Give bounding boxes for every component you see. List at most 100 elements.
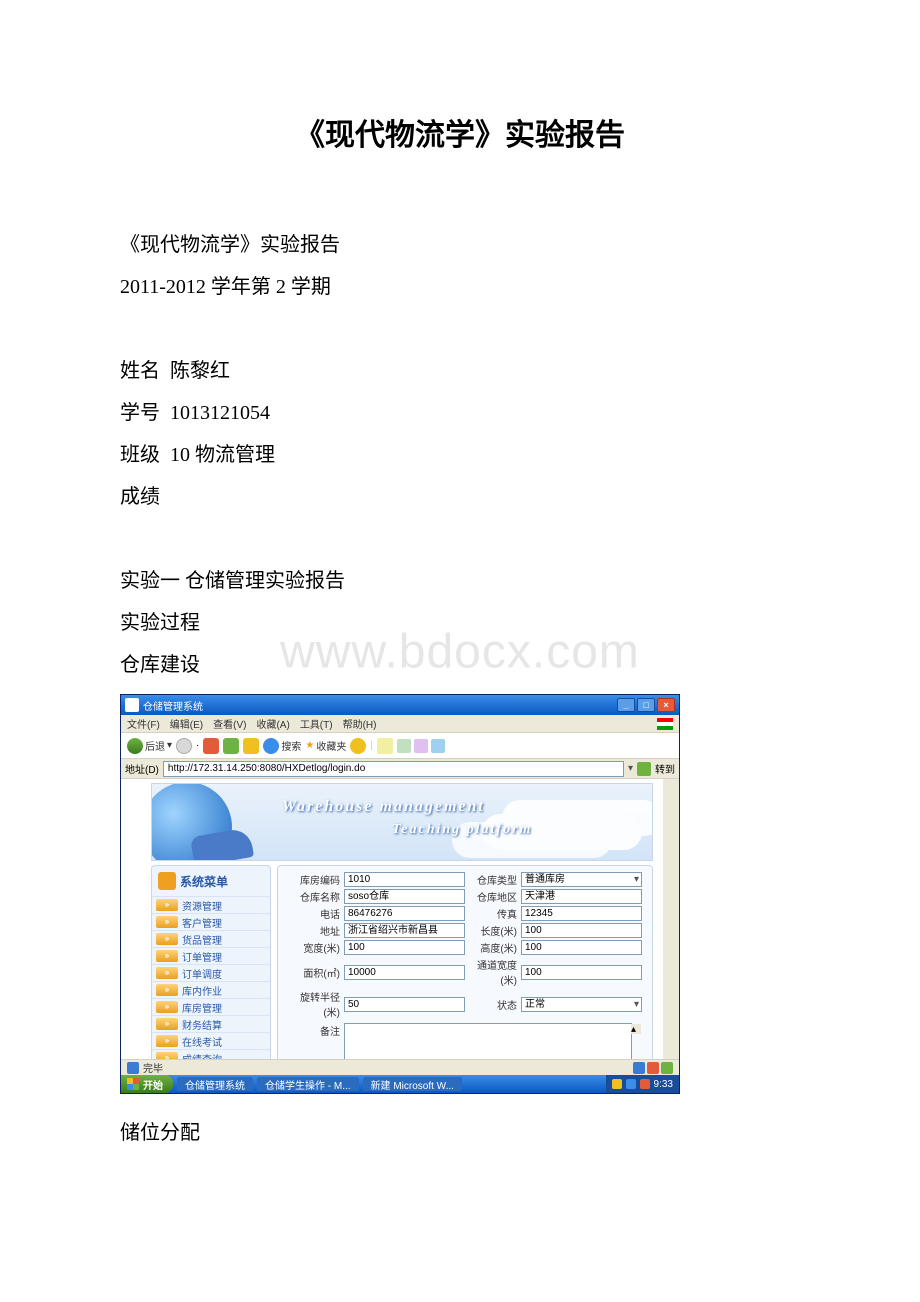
menubar: 文件(F) 编辑(E) 查看(V) 收藏(A) 工具(T) 帮助(H) [121,715,679,733]
sidebar-item[interactable]: »订单调度 [152,964,270,981]
app-icon [125,698,139,712]
field-label: 面积(㎡) [288,965,344,980]
menu-help[interactable]: 帮助(H) [343,716,377,731]
field-input[interactable]: 100 [521,940,642,955]
form-field: 宽度(米)100 [288,940,465,955]
menu-view[interactable]: 查看(V) [213,716,246,731]
sidebar-item[interactable]: » 财务结算 [152,1015,270,1032]
banner: Warehouse management Teaching platform [151,783,653,861]
os-flag-icon [657,718,673,730]
form-field: 长度(米)100 [465,923,642,938]
field-input[interactable]: 10000 [344,965,465,980]
sidebar-item-label: 货品管理 [182,932,222,947]
field-input[interactable]: 天津港 [521,889,642,904]
search-button[interactable]: 搜索 [263,738,301,754]
system-tray: 9:33 [606,1075,679,1093]
banner-line1: Warehouse management [282,798,532,816]
menu-fav[interactable]: 收藏(A) [256,716,289,731]
section1-sub1: 实验过程 [120,602,800,644]
chevron-icon: » [156,899,178,911]
sidebar-item[interactable]: »资源管理 [152,896,270,913]
window-title: 仓储管理系统 [143,698,203,713]
forward-icon[interactable] [176,738,192,754]
stop-icon[interactable] [203,738,219,754]
field-name: 姓名 陈黎红 [120,350,800,392]
field-label: 库房编码 [288,872,344,887]
address-label: 地址(D) [125,761,159,776]
form-field: 高度(米)100 [465,940,642,955]
page-title: 《现代物流学》实验报告 [120,110,800,154]
chevron-icon: » [156,1018,178,1030]
menu-edit[interactable]: 编辑(E) [170,716,203,731]
sidebar-item[interactable]: »客户管理 [152,913,270,930]
sidebar-item[interactable]: » 货品管理 [152,930,270,947]
field-label: 旋转半径(米) [288,989,344,1019]
favorites-button[interactable]: ★收藏夹 [305,738,346,753]
tray-clock: 9:33 [654,1079,673,1090]
field-input[interactable]: 1010 [344,872,465,887]
field-input[interactable]: 50 [344,997,465,1012]
tray-icon [640,1079,650,1089]
refresh-icon[interactable] [223,738,239,754]
sidebar-item-label: 库内作业 [182,983,222,998]
mail-icon[interactable] [377,738,393,754]
sidebar-item-label: 财务结算 [182,1017,222,1032]
taskbar-item-1[interactable]: 仓储管理系统 [177,1077,253,1091]
go-button[interactable] [637,762,651,776]
taskbar-item-3[interactable]: 新建 Microsoft W... [363,1077,462,1091]
field-input[interactable]: soso仓库 [344,889,465,904]
form-field: 旋转半径(米)50 [288,989,465,1019]
scroll-up-icon[interactable]: ▴ [631,1024,641,1034]
field-input[interactable]: 100 [521,923,642,938]
sidebar-item[interactable]: »库房管理 [152,998,270,1015]
form-field: 传真12345 [465,906,642,921]
field-input[interactable]: 浙江省绍兴市新昌县 [344,923,465,938]
sidebar-header-icon [158,872,176,890]
taskbar: 开始 仓储管理系统 仓储学生操作 - M... 新建 Microsoft W..… [121,1075,679,1093]
chevron-icon: » [156,933,178,945]
semester-line: 2011-2012 学年第 2 学期 [120,266,800,308]
chevron-icon: » [156,950,178,962]
windows-logo-icon [127,1078,139,1090]
field-input[interactable]: 普通库房 [521,872,642,887]
form-field: 地址浙江省绍兴市新昌县 [288,923,465,938]
status-text: 完毕 [143,1060,163,1075]
menu-file[interactable]: 文件(F) [127,716,160,731]
field-label: 传真 [465,906,521,921]
field-input[interactable]: 12345 [521,906,642,921]
field-grade: 成绩 [120,476,800,518]
form-field: 通道宽度(米)100 [465,957,642,987]
field-input[interactable]: 100 [521,965,642,980]
start-button[interactable]: 开始 [121,1075,173,1093]
sidebar-item[interactable]: »在线考试 [152,1032,270,1049]
section1-sub2: 仓库建设 [120,644,800,686]
address-dropdown-icon[interactable]: ▾ [628,763,633,774]
sep2: | [370,740,373,751]
home-icon[interactable] [243,738,259,754]
sidebar-item[interactable]: » 库内作业 [152,981,270,998]
history-icon[interactable] [350,738,366,754]
sidebar-item-label: 在线考试 [182,1034,222,1049]
field-label: 仓库地区 [465,889,521,904]
menu-tools[interactable]: 工具(T) [300,716,333,731]
form-field: 仓库名称soso仓库 [288,889,465,904]
field-label: 电话 [288,906,344,921]
sidebar-item-label: 客户管理 [182,915,222,930]
close-button[interactable]: × [657,698,675,712]
sidebar-item-label: 订单管理 [182,949,222,964]
taskbar-item-2[interactable]: 仓储学生操作 - M... [257,1077,359,1091]
maximize-button[interactable]: □ [637,698,655,712]
address-input[interactable] [163,761,624,777]
tool-extra-icons [397,739,445,753]
field-input[interactable]: 86476276 [344,906,465,921]
chevron-icon: » [156,967,178,979]
minimize-button[interactable]: _ [617,698,635,712]
field-input[interactable]: 100 [344,940,465,955]
field-class: 班级 10 物流管理 [120,434,800,476]
field-input[interactable]: 正常 [521,997,642,1012]
chevron-icon: » [156,984,178,996]
sidebar-item-label: 库房管理 [182,1000,222,1015]
back-button[interactable]: 后退 ▾ [127,738,172,754]
field-label: 仓库类型 [465,872,521,887]
sidebar-item[interactable]: » 订单管理 [152,947,270,964]
